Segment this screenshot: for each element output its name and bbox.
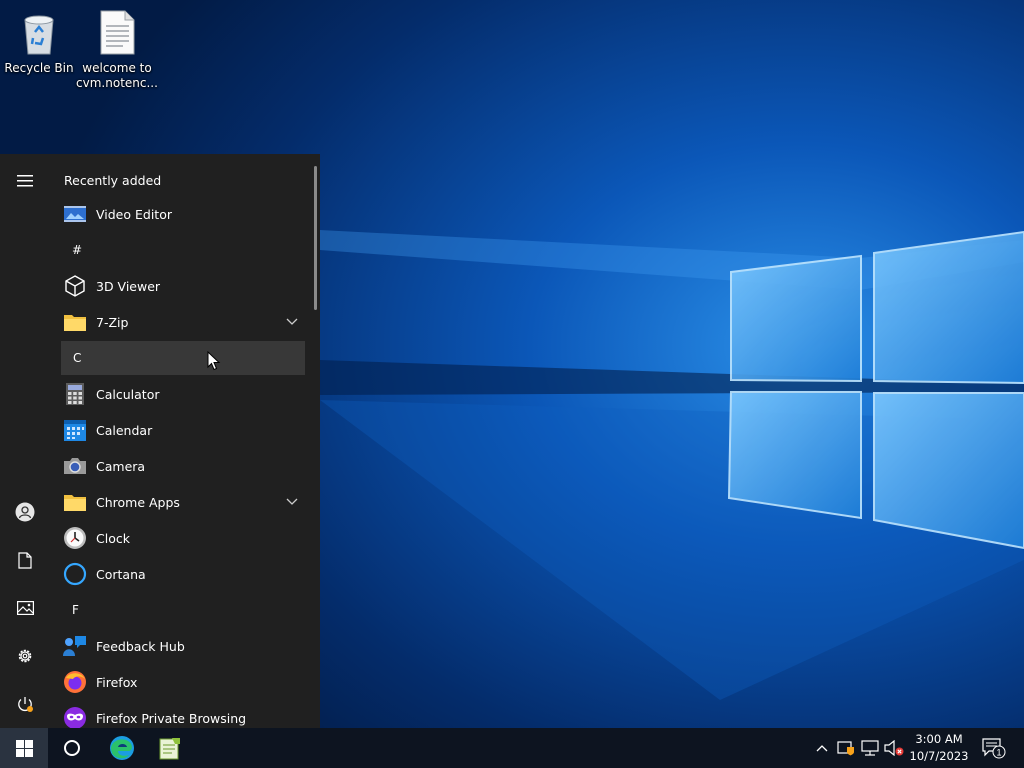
app-name: Firefox Private Browsing [96,710,247,726]
app-item-firefox-private-browsing[interactable]: Firefox Private Browsing [60,700,306,728]
app-item-firefox[interactable]: Firefox [60,664,306,700]
app-name: Clock [96,530,130,546]
security-shield-icon [837,741,854,756]
firefox-icon [64,671,86,693]
settings-gear-icon [18,649,32,663]
app-item-feedback-hub[interactable]: Feedback Hub [60,628,306,664]
folder-item-chrome-apps[interactable]: Chrome Apps [60,484,306,520]
section-letter: C [73,351,82,365]
network-icon [861,740,879,756]
windows-start-icon [15,739,33,757]
app-item-3d-viewer[interactable]: 3D Viewer [60,268,306,304]
desktop-icon-text-file[interactable]: welcome to cvm.notenc... [75,8,159,91]
app-list-scrollbar[interactable] [314,166,317,310]
app-name: Feedback Hub [96,638,185,654]
hamburger-menu-icon [17,175,33,187]
app-name: Video Editor [96,206,172,222]
calculator-icon [66,383,84,405]
folder-name: 7-Zip [96,314,129,330]
folder-name: Chrome Apps [96,494,180,510]
section-header-f[interactable]: F [60,592,306,628]
camera-icon [64,458,86,474]
show-hidden-icons-button[interactable] [810,728,834,768]
cortana-search-icon [64,740,80,756]
taskbar: 3:00 AM 10/7/2023 1 [0,728,1024,768]
desktop-icon-recycle-bin[interactable]: Recycle Bin [0,8,81,76]
calendar-icon [64,420,86,441]
volume-muted-icon [884,740,904,756]
app-list: Recently added Video Editor # 3D Viewer [60,154,306,728]
cortana-icon [63,562,87,586]
power-button[interactable] [0,684,50,724]
settings-button[interactable] [0,636,50,676]
user-account-icon [15,502,35,522]
desktop-icon-label: Recycle Bin [4,61,74,75]
documents-button[interactable] [0,540,50,580]
expand-menu-button[interactable] [0,161,50,201]
clock-time: 3:00 AM [915,732,963,746]
3d-viewer-icon [65,275,85,297]
action-center-button[interactable]: 1 [980,728,1008,768]
mouse-pointer-icon [207,351,221,371]
start-menu-rail [0,154,50,728]
app-name: Firefox [96,674,138,690]
chevron-down-icon[interactable] [284,497,300,507]
pictures-icon [16,601,34,615]
user-account-button[interactable] [0,492,50,532]
section-header-c[interactable]: C [61,341,305,375]
app-item-cortana[interactable]: Cortana [60,556,306,592]
app-item-calendar[interactable]: Calendar [60,412,306,448]
app-name: Cortana [96,566,146,582]
network-tray-button[interactable] [858,728,882,768]
clock-date: 10/7/2023 [909,749,969,763]
video-editor-icon [64,206,86,222]
folder-icon [64,315,86,331]
app-item-clock[interactable]: Clock [60,520,306,556]
chevron-down-icon[interactable] [284,317,300,327]
app-item-video-editor[interactable]: Video Editor [60,196,306,232]
app-name: Calculator [96,386,160,402]
section-letter: F [72,603,79,617]
folder-item-7-zip[interactable]: 7-Zip [60,304,306,340]
notification-count: 1 [996,748,1001,758]
notepad-plus-taskbar-button[interactable] [146,728,194,768]
app-name: Camera [96,458,146,474]
clock-icon [64,527,86,549]
documents-icon [18,551,32,569]
action-center-notification-icon: 1 [982,738,1006,759]
app-item-camera[interactable]: Camera [60,448,306,484]
app-name: Calendar [96,422,153,438]
security-tray-button[interactable] [834,728,858,768]
notepad-plus-icon [159,738,180,760]
volume-tray-button[interactable] [882,728,906,768]
recently-added-header: Recently added [64,172,162,188]
section-letter: # [72,243,83,257]
edge-browser-icon [110,736,134,760]
pictures-button[interactable] [0,588,50,628]
section-header-hash[interactable]: # [60,232,306,268]
app-name: 3D Viewer [96,278,161,294]
taskbar-clock[interactable]: 3:00 AM 10/7/2023 [906,728,972,768]
recycle-bin-icon [24,15,54,55]
edge-taskbar-button[interactable] [98,728,146,768]
text-file-icon [100,10,135,55]
desktop-icon-label: welcome to cvm.notenc... [76,61,158,90]
app-item-calculator[interactable]: Calculator [60,376,306,412]
start-button[interactable] [0,728,48,768]
feedback-hub-icon [63,636,86,656]
firefox-private-icon [64,707,86,728]
folder-icon [64,495,86,511]
cortana-search-button[interactable] [48,728,96,768]
power-icon [18,697,33,712]
start-menu: Recently added Video Editor # 3D Viewer [0,154,320,728]
show-hidden-icons-chevron-icon [816,745,828,752]
